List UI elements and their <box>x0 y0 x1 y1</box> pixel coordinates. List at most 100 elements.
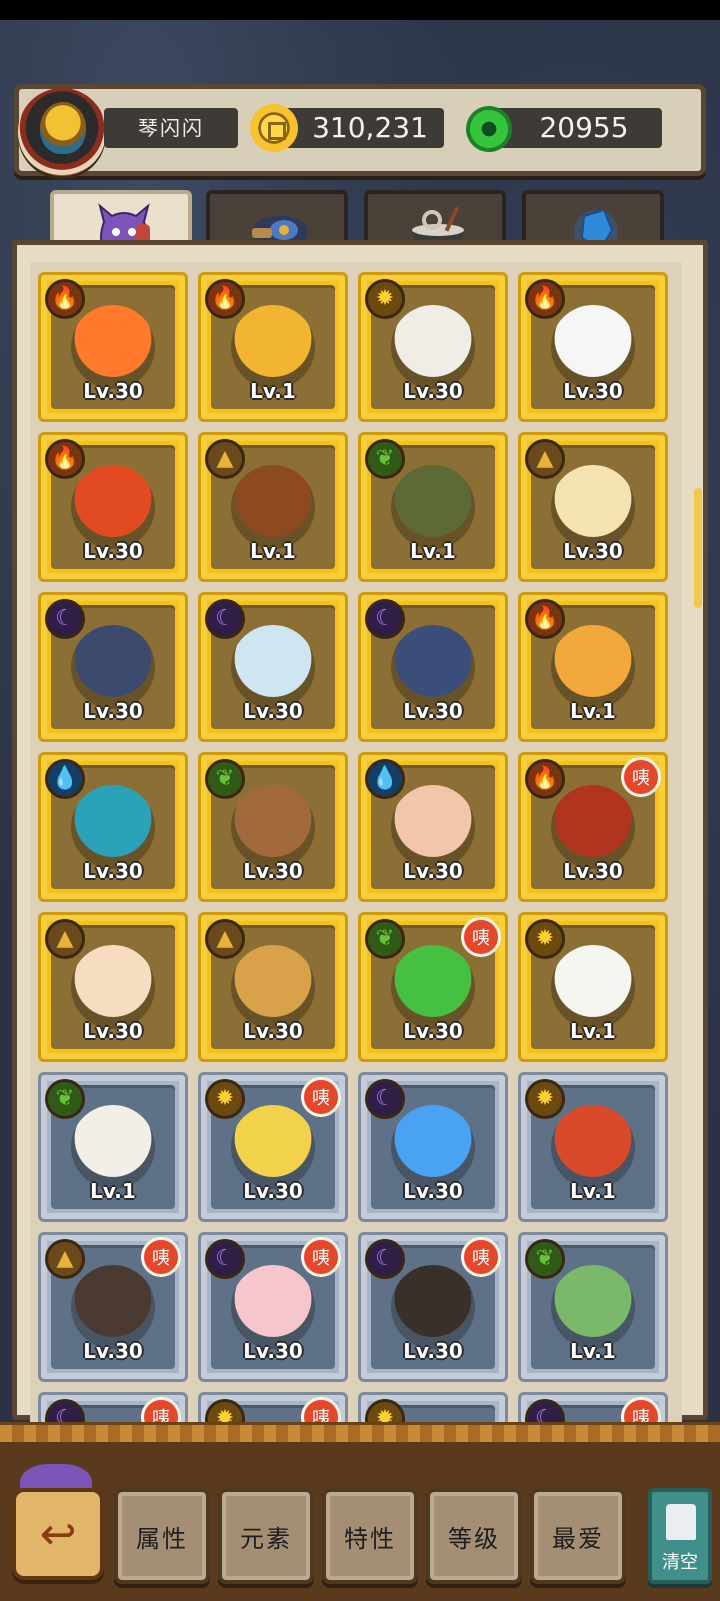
card-level: Lv.1 <box>250 379 296 403</box>
monster-card[interactable]: ❦ Lv.30 <box>198 752 348 902</box>
monster-card[interactable]: ☾ Lv.30 <box>198 592 348 742</box>
card-level: Lv.30 <box>403 859 463 883</box>
monster-card[interactable]: ✹ Lv.1 <box>518 1072 668 1222</box>
new-badge: 咦 <box>621 1397 661 1422</box>
scrollbar-thumb[interactable] <box>694 488 702 608</box>
card-level: Lv.30 <box>83 859 143 883</box>
monster-portrait-icon <box>231 625 315 709</box>
filter-level-button[interactable]: 等级 <box>426 1488 522 1584</box>
monster-card[interactable]: ▲ Lv.30 <box>518 432 668 582</box>
moon-element-icon: ☾ <box>525 1399 565 1422</box>
monster-card[interactable]: 💧 Lv.30 <box>358 752 508 902</box>
monster-portrait-icon <box>231 305 315 389</box>
monster-portrait-icon <box>231 945 315 1029</box>
card-level: Lv.30 <box>243 1179 303 1203</box>
monster-card[interactable]: 🔥 Lv.30 <box>38 272 188 422</box>
new-badge: 咦 <box>141 1237 181 1277</box>
monster-card[interactable]: 🔥 Lv.1 <box>518 592 668 742</box>
monster-card[interactable]: 🔥 咦 Lv.30 <box>518 752 668 902</box>
monster-card[interactable]: ▲ Lv.30 <box>198 912 348 1062</box>
card-level: Lv.30 <box>563 379 623 403</box>
filter-attribute-button[interactable]: 属性 <box>114 1488 210 1584</box>
card-level: Lv.1 <box>570 1179 616 1203</box>
card-grid-area[interactable]: 🔥 Lv.30 🔥 Lv.1 ✹ Lv.30 🔥 Lv.30 🔥 Lv.30 ▲ Lv.1 ❦ Lv.1 ▲… <box>30 262 682 1422</box>
monster-card[interactable]: ☾ Lv.30 <box>358 1072 508 1222</box>
monster-portrait-icon <box>391 945 475 1029</box>
moon-element-icon: ☾ <box>205 1239 245 1279</box>
monster-portrait-icon <box>551 1105 635 1189</box>
moon-element-icon: ☾ <box>45 1399 85 1422</box>
card-level: Lv.30 <box>403 699 463 723</box>
moon-element-icon: ☾ <box>205 599 245 639</box>
leaf-element-icon: ❦ <box>525 1239 565 1279</box>
monster-portrait-icon <box>71 945 155 1029</box>
monster-card[interactable]: ✹ Lv.1 <box>518 912 668 1062</box>
monster-card[interactable]: 💧 Lv.30 <box>38 752 188 902</box>
monster-card[interactable]: ☾ Lv.30 <box>38 592 188 742</box>
sun-element-icon: ✹ <box>525 1079 565 1119</box>
moon-element-icon: ☾ <box>365 1239 405 1279</box>
monster-card[interactable]: ☾ 咦 Lv.30 <box>358 1232 508 1382</box>
water-element-icon: 💧 <box>365 759 405 799</box>
back-button[interactable]: ↩ <box>12 1488 104 1580</box>
new-badge: 咦 <box>301 1237 341 1277</box>
jade-gem-icon <box>466 106 512 152</box>
sun-element-icon: ✹ <box>365 1399 405 1422</box>
monster-portrait-icon <box>391 1105 475 1189</box>
monster-portrait-icon <box>391 465 475 549</box>
monster-card[interactable]: ▲ Lv.1 <box>198 432 348 582</box>
monster-card[interactable]: ❦ Lv.1 <box>358 432 508 582</box>
card-level: Lv.30 <box>83 1019 143 1043</box>
sun-element-icon: ✹ <box>365 279 405 319</box>
monster-portrait-icon <box>551 945 635 1029</box>
monster-card[interactable]: ✹ 咦 <box>198 1392 348 1422</box>
fire-element-icon: 🔥 <box>45 439 85 479</box>
monster-card[interactable]: ▲ Lv.30 <box>38 912 188 1062</box>
filter-trait-button[interactable]: 特性 <box>322 1488 418 1584</box>
monster-card[interactable]: ✹ Lv.30 <box>358 272 508 422</box>
monster-card[interactable]: ▲ 咦 Lv.30 <box>38 1232 188 1382</box>
monster-card[interactable]: ☾ 咦 <box>518 1392 668 1422</box>
gem-count: 20955 <box>490 108 662 148</box>
leaf-element-icon: ❦ <box>365 439 405 479</box>
monster-card[interactable]: ❦ Lv.1 <box>38 1072 188 1222</box>
monster-card[interactable]: ☾ Lv.30 <box>358 592 508 742</box>
filter-element-button[interactable]: 元素 <box>218 1488 314 1584</box>
monster-portrait-icon <box>391 785 475 869</box>
monster-portrait-icon <box>391 305 475 389</box>
card-level: Lv.30 <box>83 1339 143 1363</box>
monster-card[interactable]: 🔥 Lv.1 <box>198 272 348 422</box>
sun-element-icon: ✹ <box>205 1079 245 1119</box>
earth-element-icon: ▲ <box>525 439 565 479</box>
player-name: 琴闪闪 <box>104 108 238 148</box>
return-arrow-icon: ↩ <box>39 1508 77 1560</box>
fire-element-icon: 🔥 <box>205 279 245 319</box>
filter-favorite-button[interactable]: 最爱 <box>530 1488 626 1584</box>
monster-portrait-icon <box>231 785 315 869</box>
card-level: Lv.30 <box>563 539 623 563</box>
monster-portrait-icon <box>71 305 155 389</box>
monster-card[interactable]: ❦ 咦 Lv.30 <box>358 912 508 1062</box>
card-level: Lv.1 <box>570 1019 616 1043</box>
monster-card[interactable]: 🔥 Lv.30 <box>38 432 188 582</box>
trash-bin-icon <box>666 1504 696 1540</box>
card-level: Lv.30 <box>83 539 143 563</box>
card-level: Lv.1 <box>90 1179 136 1203</box>
monster-card[interactable]: ✹ 咦 Lv.30 <box>198 1072 348 1222</box>
card-level: Lv.1 <box>570 1339 616 1363</box>
card-level: Lv.1 <box>410 539 456 563</box>
monster-card[interactable]: ❦ Lv.1 <box>518 1232 668 1382</box>
monster-card[interactable]: ✹ <box>358 1392 508 1422</box>
card-level: Lv.30 <box>563 859 623 883</box>
monster-card[interactable]: ☾ 咦 <box>38 1392 188 1422</box>
card-level: Lv.30 <box>403 379 463 403</box>
avatar-character-icon <box>40 102 86 154</box>
water-element-icon: 💧 <box>45 759 85 799</box>
clear-button[interactable]: 清空 <box>648 1488 712 1584</box>
monster-portrait-icon <box>551 625 635 709</box>
monster-card[interactable]: ☾ 咦 Lv.30 <box>198 1232 348 1382</box>
card-level: Lv.30 <box>243 699 303 723</box>
monster-card[interactable]: 🔥 Lv.30 <box>518 272 668 422</box>
card-level: Lv.30 <box>83 699 143 723</box>
card-level: Lv.1 <box>250 539 296 563</box>
